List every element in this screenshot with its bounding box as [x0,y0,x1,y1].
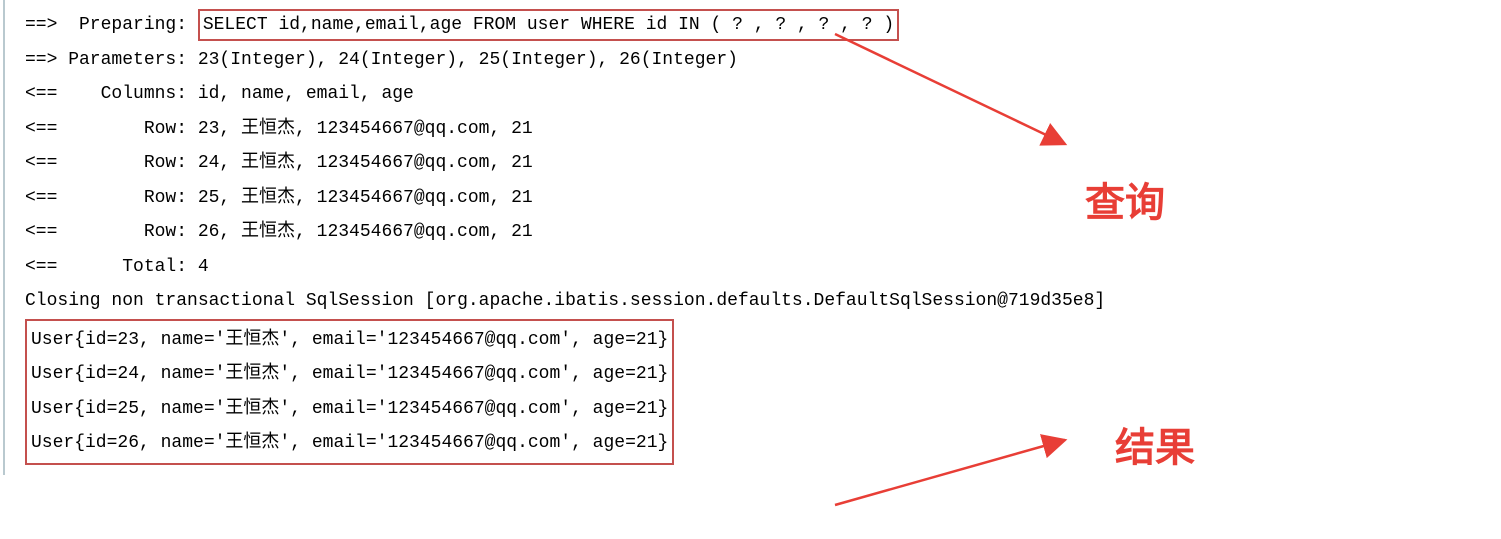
log-line-total: <== Total: 4 [5,250,1501,285]
log-line-row: <== Row: 24, 王恒杰, 123454667@qq.com, 21 [5,146,1501,181]
results-highlight-box: User{id=23, name='王恒杰', email='123454667… [25,319,674,465]
log-line-row: <== Row: 26, 王恒杰, 123454667@qq.com, 21 [5,215,1501,250]
log-line-preparing: ==> Preparing: SELECT id,name,email,age … [5,8,1501,43]
result-line: User{id=25, name='王恒杰', email='123454667… [31,392,668,427]
console-output: ==> Preparing: SELECT id,name,email,age … [3,0,1501,475]
annotation-result: 结果 [1115,415,1195,473]
log-line-closing: Closing non transactional SqlSession [or… [5,284,1501,319]
sql-highlight-box: SELECT id,name,email,age FROM user WHERE… [198,9,899,41]
log-line-row: <== Row: 23, 王恒杰, 123454667@qq.com, 21 [5,112,1501,147]
arrow-icon [825,420,1085,520]
log-line-columns: <== Columns: id, name, email, age [5,77,1501,112]
result-line: User{id=26, name='王恒杰', email='123454667… [31,426,668,461]
log-line-parameters: ==> Parameters: 23(Integer), 24(Integer)… [5,43,1501,78]
result-line: User{id=23, name='王恒杰', email='123454667… [31,323,668,358]
result-line: User{id=24, name='王恒杰', email='123454667… [31,357,668,392]
log-prefix: ==> Preparing: [25,15,198,35]
log-line-row: <== Row: 25, 王恒杰, 123454667@qq.com, 21 [5,181,1501,216]
